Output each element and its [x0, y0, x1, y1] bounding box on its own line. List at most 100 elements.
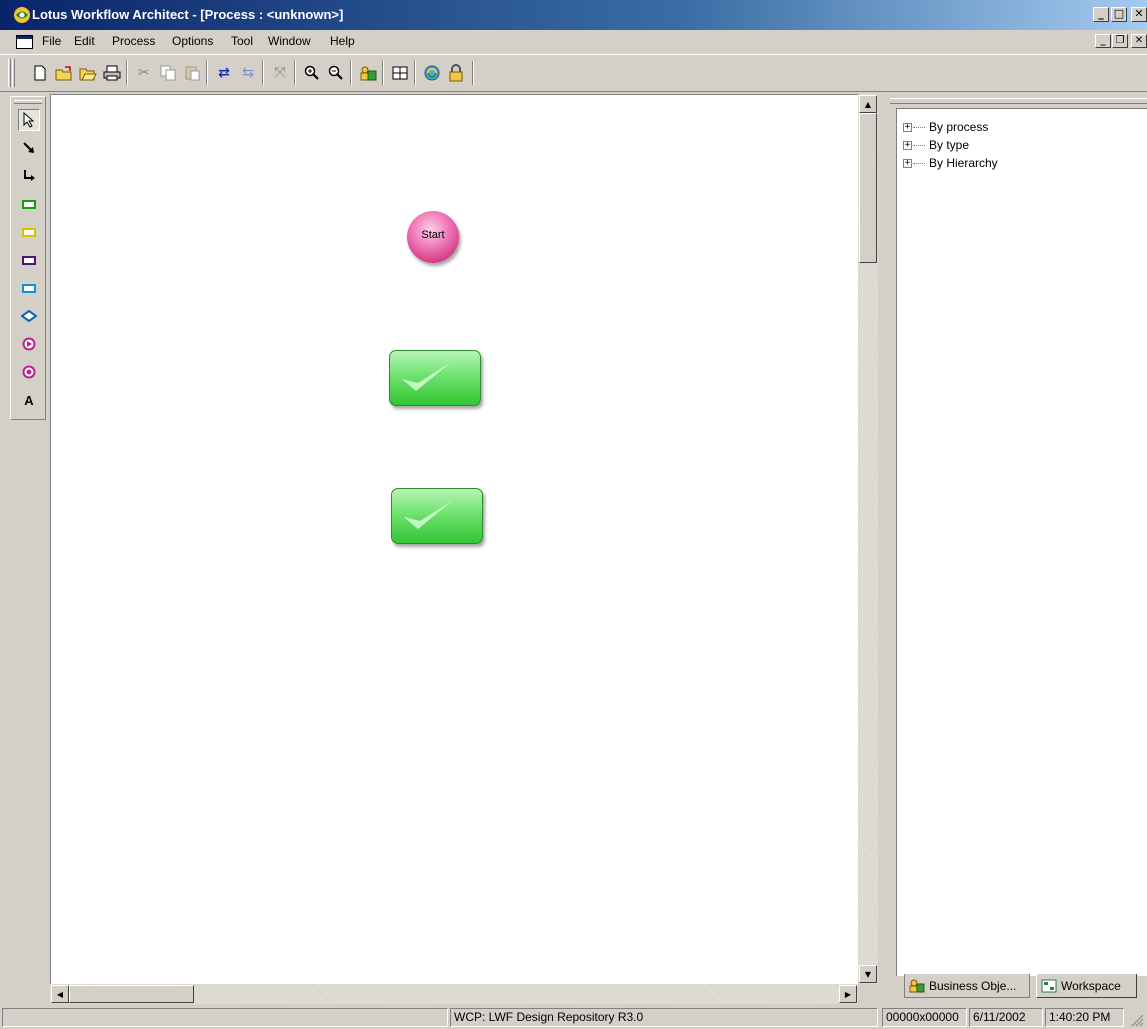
menu-bar: File Edit Process Options Tool Window He… — [0, 30, 1147, 54]
tree-item-by-type[interactable]: + By type — [903, 137, 969, 153]
start-node[interactable]: Start — [407, 211, 459, 263]
zoom-in-icon[interactable] — [302, 63, 322, 83]
refresh-icon[interactable] — [422, 63, 442, 83]
blue-activity-icon[interactable] — [18, 277, 40, 299]
print-icon[interactable] — [102, 63, 122, 83]
tree-item-by-hierarchy[interactable]: + By Hierarchy — [903, 155, 998, 171]
copy-icon[interactable] — [158, 63, 178, 83]
palette-grip[interactable] — [14, 100, 42, 104]
start-node-label: Start — [421, 229, 445, 241]
tree-item-label: By process — [929, 120, 989, 134]
process-canvas[interactable]: Start — [50, 94, 858, 984]
scroll-right-button[interactable]: ▶ — [839, 985, 857, 1003]
status-coordinates: 00000x00000 — [882, 1008, 967, 1027]
zoom-out-icon[interactable] — [326, 63, 346, 83]
tab-label: Workspace — [1061, 978, 1121, 993]
business-objects-icon — [909, 979, 925, 992]
green-activity-icon[interactable] — [18, 193, 40, 215]
elbow-connector-icon[interactable] — [18, 165, 40, 187]
toolbar-grip-2[interactable] — [12, 59, 15, 87]
workspace-icon — [1041, 979, 1057, 992]
tab-workspace[interactable]: Workspace — [1036, 974, 1137, 998]
horizontal-scrollbar[interactable]: ◀ ▶ — [50, 984, 858, 1004]
doc-minimize-button[interactable]: _ — [1095, 34, 1111, 48]
minimize-button[interactable]: _ — [1093, 7, 1109, 22]
toolbar-separator — [206, 61, 208, 85]
checkmark-icon — [404, 501, 452, 529]
tool-palette: A — [10, 96, 46, 420]
toolbar-separator — [382, 61, 384, 85]
scroll-left-button[interactable]: ◀ — [51, 985, 69, 1003]
toolbar-separator — [262, 61, 264, 85]
scroll-down-button[interactable]: ▼ — [859, 965, 877, 983]
open-folder-icon[interactable] — [78, 63, 98, 83]
tree-connector — [913, 144, 925, 146]
horizontal-scroll-thumb[interactable] — [69, 985, 194, 1003]
close-button[interactable]: ✕ — [1131, 7, 1147, 22]
task-node[interactable] — [389, 350, 481, 406]
open-icon[interactable] — [54, 63, 74, 83]
status-message-panel — [2, 1008, 448, 1027]
tree-connector — [913, 126, 925, 128]
tree-item-by-process[interactable]: + By process — [903, 119, 988, 135]
resize-grip-icon[interactable] — [1128, 1011, 1144, 1027]
menu-options[interactable]: Options — [172, 34, 213, 48]
window-title: Lotus Workflow Architect - [Process : <u… — [32, 7, 344, 22]
redo-arrow-icon[interactable]: ⇄ — [214, 63, 234, 83]
expand-icon[interactable]: + — [903, 158, 912, 168]
menu-process[interactable]: Process — [112, 34, 155, 48]
doc-restore-button[interactable]: ❐ — [1112, 34, 1128, 48]
start-node-icon[interactable] — [18, 333, 40, 355]
tab-business-objects[interactable]: Business Obje... — [904, 974, 1030, 998]
checkmark-icon — [402, 363, 450, 391]
workspace-pane: + By process + By type + By Hierarchy Bu… — [882, 94, 1147, 1004]
toolbar-separator — [126, 61, 128, 85]
object-tree[interactable]: + By process + By type + By Hierarchy — [896, 108, 1147, 976]
expand-icon[interactable]: + — [903, 122, 912, 132]
business-objects-icon[interactable] — [358, 63, 378, 83]
vertical-scroll-thumb[interactable] — [859, 113, 877, 263]
tree-connector — [913, 162, 925, 164]
menu-tool[interactable]: Tool — [231, 34, 253, 48]
menu-help[interactable]: Help — [330, 34, 355, 48]
purple-activity-icon[interactable] — [18, 249, 40, 271]
decision-icon[interactable] — [18, 305, 40, 327]
status-repository: WCP: LWF Design Repository R3.0 — [450, 1008, 878, 1027]
toolbar-separator — [350, 61, 352, 85]
pane-grip[interactable] — [890, 98, 1147, 104]
text-tool-icon[interactable]: A — [18, 389, 40, 411]
end-node-icon[interactable] — [18, 361, 40, 383]
menu-file[interactable]: File — [42, 34, 61, 48]
tree-item-label: By Hierarchy — [929, 156, 998, 170]
undo-arrow-icon[interactable]: ⇆ — [238, 63, 258, 83]
yellow-activity-icon[interactable] — [18, 221, 40, 243]
vertical-scrollbar[interactable]: ▲ ▼ — [858, 94, 878, 984]
grid-icon[interactable] — [390, 63, 410, 83]
paste-icon[interactable] — [182, 63, 202, 83]
toolbar-separator — [294, 61, 296, 85]
toolbar-grip[interactable] — [8, 59, 11, 87]
pointer-icon[interactable] — [18, 109, 40, 131]
cut-icon[interactable]: ✂ — [134, 63, 154, 83]
scroll-up-button[interactable]: ▲ — [859, 95, 877, 113]
connector-icon[interactable] — [18, 137, 40, 159]
status-time: 1:40:20 PM — [1045, 1008, 1124, 1027]
new-icon[interactable] — [30, 63, 50, 83]
status-date: 6/11/2002 — [969, 1008, 1043, 1027]
toolbar-separator — [414, 61, 416, 85]
tab-label: Business Obje... — [929, 978, 1017, 993]
status-bar: WCP: LWF Design Repository R3.0 00000x00… — [0, 1006, 1147, 1029]
maximize-button[interactable]: □ — [1111, 7, 1127, 22]
expand-icon[interactable]: + — [903, 140, 912, 150]
toolbar-separator — [472, 61, 474, 85]
app-icon — [14, 7, 30, 23]
scroll-corner — [858, 984, 878, 1004]
tree-item-label: By type — [929, 138, 970, 152]
menu-window[interactable]: Window — [268, 34, 311, 48]
menu-edit[interactable]: Edit — [74, 34, 95, 48]
doc-close-button[interactable]: ✕ — [1131, 34, 1147, 48]
task-node[interactable] — [391, 488, 483, 544]
fit-icon[interactable]: ⤧ — [270, 63, 290, 83]
document-icon[interactable] — [16, 35, 33, 49]
lock-icon[interactable] — [446, 63, 466, 83]
